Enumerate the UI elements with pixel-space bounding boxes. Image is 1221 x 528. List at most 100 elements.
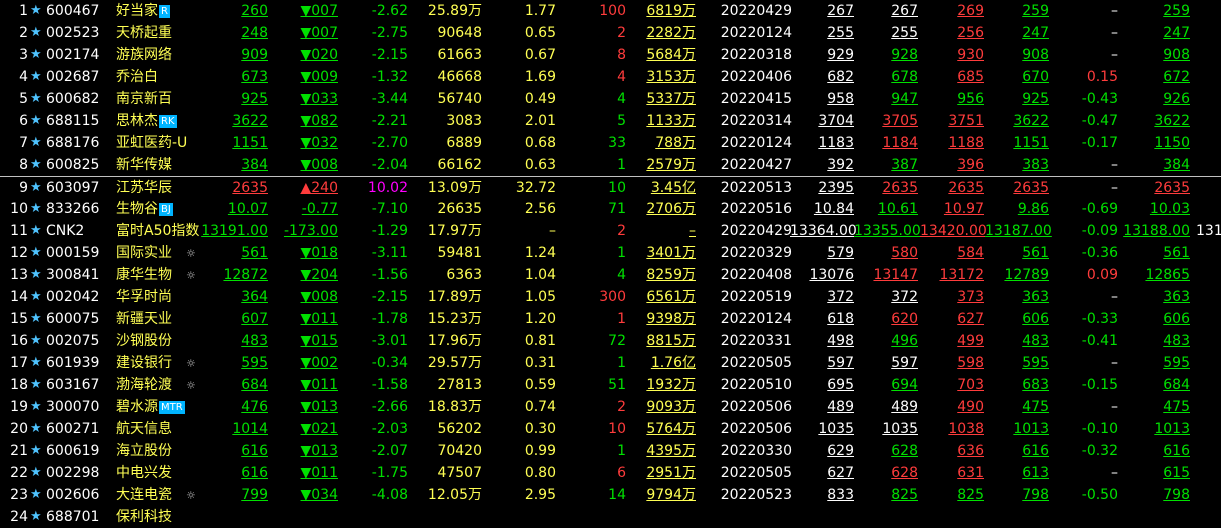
table-row[interactable]: 23 ★ 002606 799 ▼034 -4.08 12.05万 2.95 14 9794万 20… (0, 484, 1221, 506)
table-row[interactable]: 24 ★ 688701 保利科技 (0, 506, 1221, 528)
table-row[interactable]: 12 ★ 000159 561 ▼018 -3.11 59481 1.24 1 3401万 2022… (0, 242, 1221, 264)
high-cell: 694 (891, 377, 918, 393)
change-percent-cell: -2.75 (371, 25, 408, 41)
stock-name[interactable]: 南京新百 (116, 88, 226, 110)
last-cell: 247 (1163, 25, 1190, 41)
diff-cell: – (1111, 399, 1118, 415)
stock-name[interactable]: 航天信息 (116, 418, 226, 440)
stock-name[interactable]: 江苏华辰 (116, 177, 226, 199)
open-cell: 1183 (818, 135, 854, 151)
high-cell: 628 (891, 465, 918, 481)
table-row[interactable]: 17 ★ 601939 595 ▼002 -0.34 29.57万 0.31 1 1.76亿 202… (0, 352, 1221, 374)
stock-name[interactable]: 沙钢股份 (116, 330, 226, 352)
stock-code: 603167 (46, 377, 100, 393)
amount-cell: 2282万 (646, 25, 696, 41)
date-cell: 20220513 (720, 180, 792, 196)
table-row[interactable]: 7 ★ 688176 1151 ▼032 -2.70 6889 0.68 33 788万 20220… (0, 132, 1221, 154)
stock-name[interactable]: 国际实业 ☼ (116, 242, 226, 264)
table-row[interactable]: 9 ★ 603097 2635 ▲240 10.02 13.09万 32.72 10 3.45亿 2… (0, 176, 1221, 199)
table-row[interactable]: 8 ★ 600825 384 ▼008 -2.04 66162 0.63 1 2579万 20220… (0, 154, 1221, 176)
row-number: 22 (10, 465, 28, 481)
date-cell: 20220331 (720, 333, 792, 349)
table-row[interactable]: 21 ★ 600619 616 ▼013 -2.07 70420 0.99 1 4395万 2022… (0, 440, 1221, 462)
date-cell: 20220124 (720, 25, 792, 41)
stock-name[interactable]: 新疆天业 (116, 308, 226, 330)
table-row[interactable]: 5 ★ 600682 925 ▼033 -3.44 56740 0.49 4 5337万 20220… (0, 88, 1221, 110)
change-cell: ▼032 (300, 135, 339, 151)
amount-cell: 8815万 (646, 333, 696, 349)
stock-name[interactable]: 碧水源 MTR (116, 396, 226, 418)
table-row[interactable]: 19 ★ 300070 476 ▼013 -2.66 18.83万 0.74 2 9093万 202… (0, 396, 1221, 418)
table-row[interactable]: 13 ★ 300841 12872 ▼204 -1.56 6363 1.04 4 8259万 202… (0, 264, 1221, 286)
change-percent-cell: -0.34 (371, 355, 408, 371)
extra-cell (1196, 110, 1221, 132)
last-cell: 10.03 (1149, 201, 1190, 217)
change-cell: ▼204 (300, 267, 339, 283)
stock-name[interactable]: 乔治白 (116, 66, 226, 88)
table-row[interactable]: 4 ★ 002687 673 ▼009 -1.32 46668 1.69 4 3153万 20220… (0, 66, 1221, 88)
close-cell: 259 (1022, 3, 1049, 19)
change-percent-cell: -3.44 (371, 91, 408, 107)
current-hand-cell: 4 (617, 267, 626, 283)
stock-code: 002606 (46, 487, 100, 503)
table-row[interactable]: 2 ★ 002523 248 ▼007 -2.75 90648 0.65 2 2282万 20220… (0, 22, 1221, 44)
stock-name[interactable]: 游族网络 (116, 44, 226, 66)
stock-name[interactable]: 新华传媒 (116, 154, 226, 176)
table-row[interactable]: 10 ★ 833266 10.07 -0.77 -7.10 26635 2.56 71 2706万… (0, 198, 1221, 220)
stock-name[interactable]: 思林杰 RK (116, 110, 226, 132)
volume-cell (410, 506, 482, 528)
close-cell: 595 (1022, 355, 1049, 371)
stock-name-label: 天桥起重 (116, 25, 172, 41)
star-icon: ★ (30, 421, 42, 436)
table-row[interactable]: 18 ★ 603167 684 ▼011 -1.58 27813 0.59 51 1932万 202… (0, 374, 1221, 396)
amount-cell: 1932万 (646, 377, 696, 393)
stock-name[interactable]: 天桥起重 (116, 22, 226, 44)
table-row[interactable]: 20 ★ 600271 1014 ▼021 -2.03 56202 0.30 10 5764万 20… (0, 418, 1221, 440)
low-cell: 13172 (939, 267, 984, 283)
stock-name[interactable]: 渤海轮渡 ☼ (116, 374, 226, 396)
date-cell: 20220415 (720, 91, 792, 107)
table-row[interactable]: 14 ★ 002042 364 ▼008 -2.15 17.89万 1.05 300 6561万 2… (0, 286, 1221, 308)
stock-code: 600825 (46, 157, 100, 173)
stock-name[interactable]: 生物谷 BJ (116, 198, 226, 220)
volume-ratio-cell: 0.74 (524, 399, 556, 415)
change-percent-cell: -2.07 (371, 443, 408, 459)
extra-cell (1196, 506, 1221, 528)
volume-ratio-cell: 1.05 (524, 289, 556, 305)
star-icon: ★ (30, 399, 42, 414)
stock-code: 600682 (46, 91, 100, 107)
table-row[interactable]: 1 ★ 600467 260 ▼007 -2.62 25.89万 1.77 100 6819万 20… (0, 0, 1221, 22)
stock-code: 000159 (46, 245, 100, 261)
diff-cell: – (1111, 3, 1118, 19)
stock-name[interactable]: 建设银行 ☼ (116, 352, 226, 374)
stock-name[interactable]: 亚虹医药-U (116, 132, 226, 154)
table-row[interactable]: 11 ★ CNK2 13191.00 -173.00 -1.29 17.97万 –2–2022… (0, 220, 1221, 242)
volume-ratio-cell: 0.67 (524, 47, 556, 63)
stock-name[interactable]: 富时A50指数 (116, 220, 226, 242)
table-row[interactable]: 16 ★ 002075 483 ▼015 -3.01 17.96万 0.81 72 8815万 20… (0, 330, 1221, 352)
stock-code: 688176 (46, 135, 100, 151)
table-row[interactable]: 3 ★ 002174 909 ▼020 -2.15 61663 0.67 8 5684万 20220… (0, 44, 1221, 66)
stock-name[interactable]: 康华生物 ☼ (116, 264, 226, 286)
stock-name[interactable]: 华孚时尚 (116, 286, 226, 308)
change-percent-cell: -2.15 (371, 47, 408, 63)
low-cell: 2635 (948, 180, 984, 196)
table-row[interactable]: 15 ★ 600075 607 ▼011 -1.78 15.23万 1.20 1 9398万 202… (0, 308, 1221, 330)
row-number: 13 (10, 267, 28, 283)
close-cell: 670 (1022, 69, 1049, 85)
stock-name[interactable]: 保利科技 (116, 506, 226, 528)
last-cell: 684 (1163, 377, 1190, 393)
volume-ratio-cell: 0.65 (524, 25, 556, 41)
amount-cell: 1.76亿 (650, 355, 696, 371)
high-cell: 489 (891, 399, 918, 415)
stock-name[interactable]: 好当家 R (116, 0, 226, 22)
table-row[interactable]: 6 ★ 688115 3622 ▼082 -2.21 3083 2.01 5 1133万 20220… (0, 110, 1221, 132)
table-row[interactable]: 22 ★ 002298 616 ▼011 -1.75 47507 0.80 6 2951万 2022… (0, 462, 1221, 484)
open-cell: 833 (827, 487, 854, 503)
stock-name[interactable]: 大连电瓷 ☼ (116, 484, 226, 506)
stock-name[interactable]: 中电兴发 (116, 462, 226, 484)
stock-name[interactable]: 海立股份 (116, 440, 226, 462)
close-cell: 606 (1022, 311, 1049, 327)
change-cell: ▲240 (300, 180, 339, 196)
volume-ratio-cell: 2.56 (524, 201, 556, 217)
